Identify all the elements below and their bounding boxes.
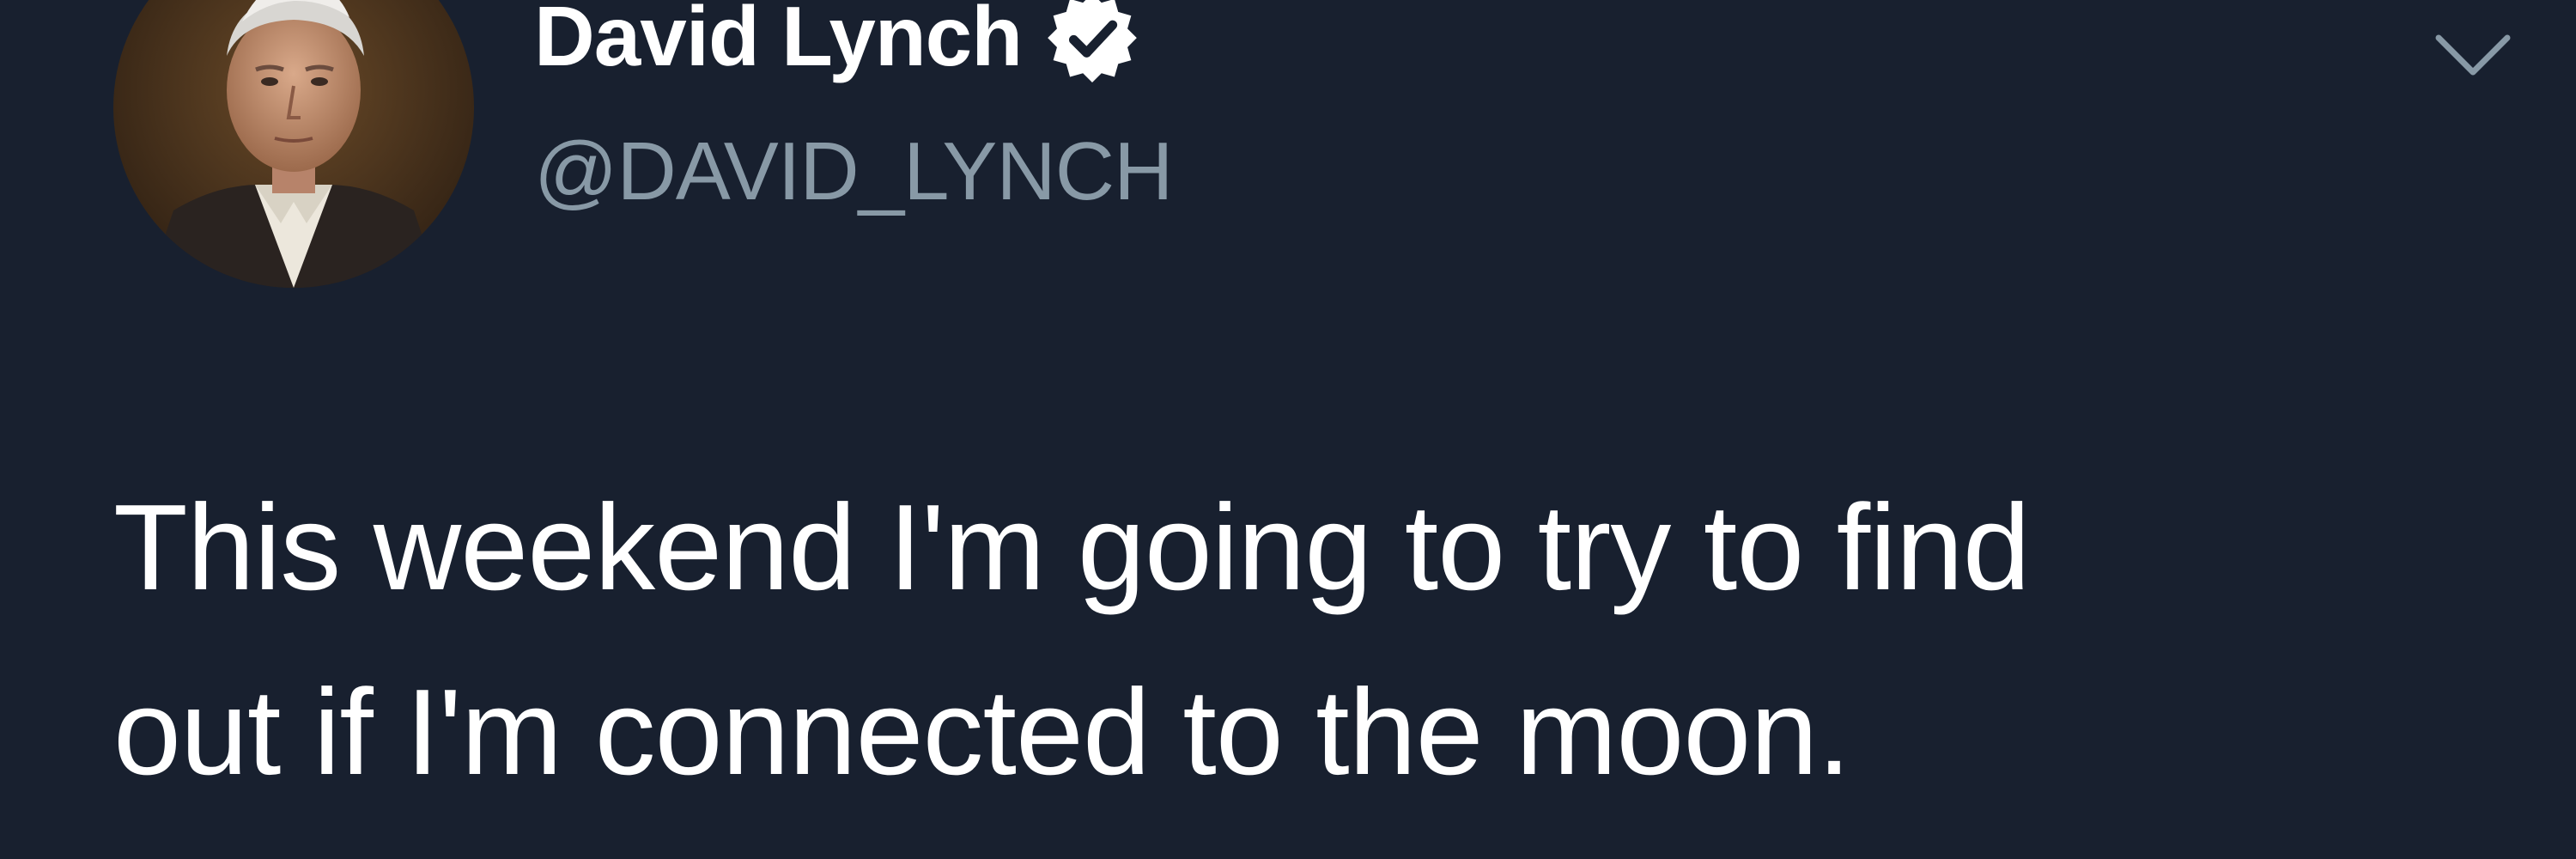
chevron-down-icon[interactable] <box>2432 26 2514 86</box>
user-handle[interactable]: @DAVID_LYNCH <box>534 120 1173 223</box>
tweet-text-line: This weekend I'm going to try to find <box>113 479 2031 616</box>
avatar[interactable] <box>113 0 474 288</box>
tweet-text-line: out if I'm connected to the moon. <box>113 664 1851 801</box>
tweet-text: This weekend I'm going to try to find ou… <box>113 455 2500 825</box>
tweet-card: David Lynch @DAVID_LYNCH This weekend I'… <box>0 0 2576 859</box>
verified-badge-icon <box>1046 0 1139 82</box>
user-portrait-icon <box>113 0 474 288</box>
name-row: David Lynch <box>534 0 1139 88</box>
display-name[interactable]: David Lynch <box>534 0 1023 88</box>
